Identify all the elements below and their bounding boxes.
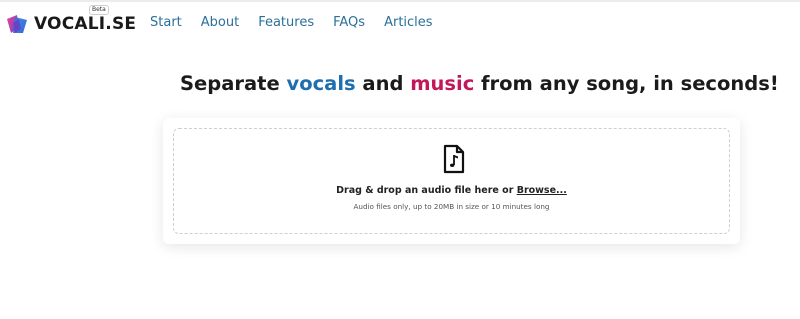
beta-badge: Beta [89,5,109,15]
title-vocals: vocals [286,72,356,95]
dropzone-title: Drag & drop an audio file here or Browse… [174,185,729,196]
nav-articles[interactable]: Articles [384,15,432,30]
page-title: Separate vocals and music from any song,… [180,72,779,95]
title-part-2: and [355,72,411,95]
title-part-1: Separate [180,72,287,95]
logo-icon [7,15,27,33]
file-dropzone[interactable]: Drag & drop an audio file here or Browse… [173,128,730,234]
header: VOCALI.SE Beta Start About Features FAQs… [0,0,800,48]
nav-features[interactable]: Features [258,15,314,30]
nav-about[interactable]: About [201,15,239,30]
main-nav: Start About Features FAQs Articles [150,15,452,30]
nav-faqs[interactable]: FAQs [333,15,365,30]
logo[interactable]: VOCALI.SE [5,8,136,40]
logo-text: VOCALI.SE [34,14,137,34]
title-music: music [410,72,475,95]
audio-file-icon [443,144,465,174]
title-part-3: from any song, in seconds! [474,72,779,95]
dropzone-title-text: Drag & drop an audio file here or [336,185,517,196]
browse-link[interactable]: Browse... [517,185,567,196]
upload-card: Drag & drop an audio file here or Browse… [163,118,740,244]
dropzone-subtitle: Audio files only, up to 20MB in size or … [353,202,550,211]
nav-start[interactable]: Start [150,15,182,30]
